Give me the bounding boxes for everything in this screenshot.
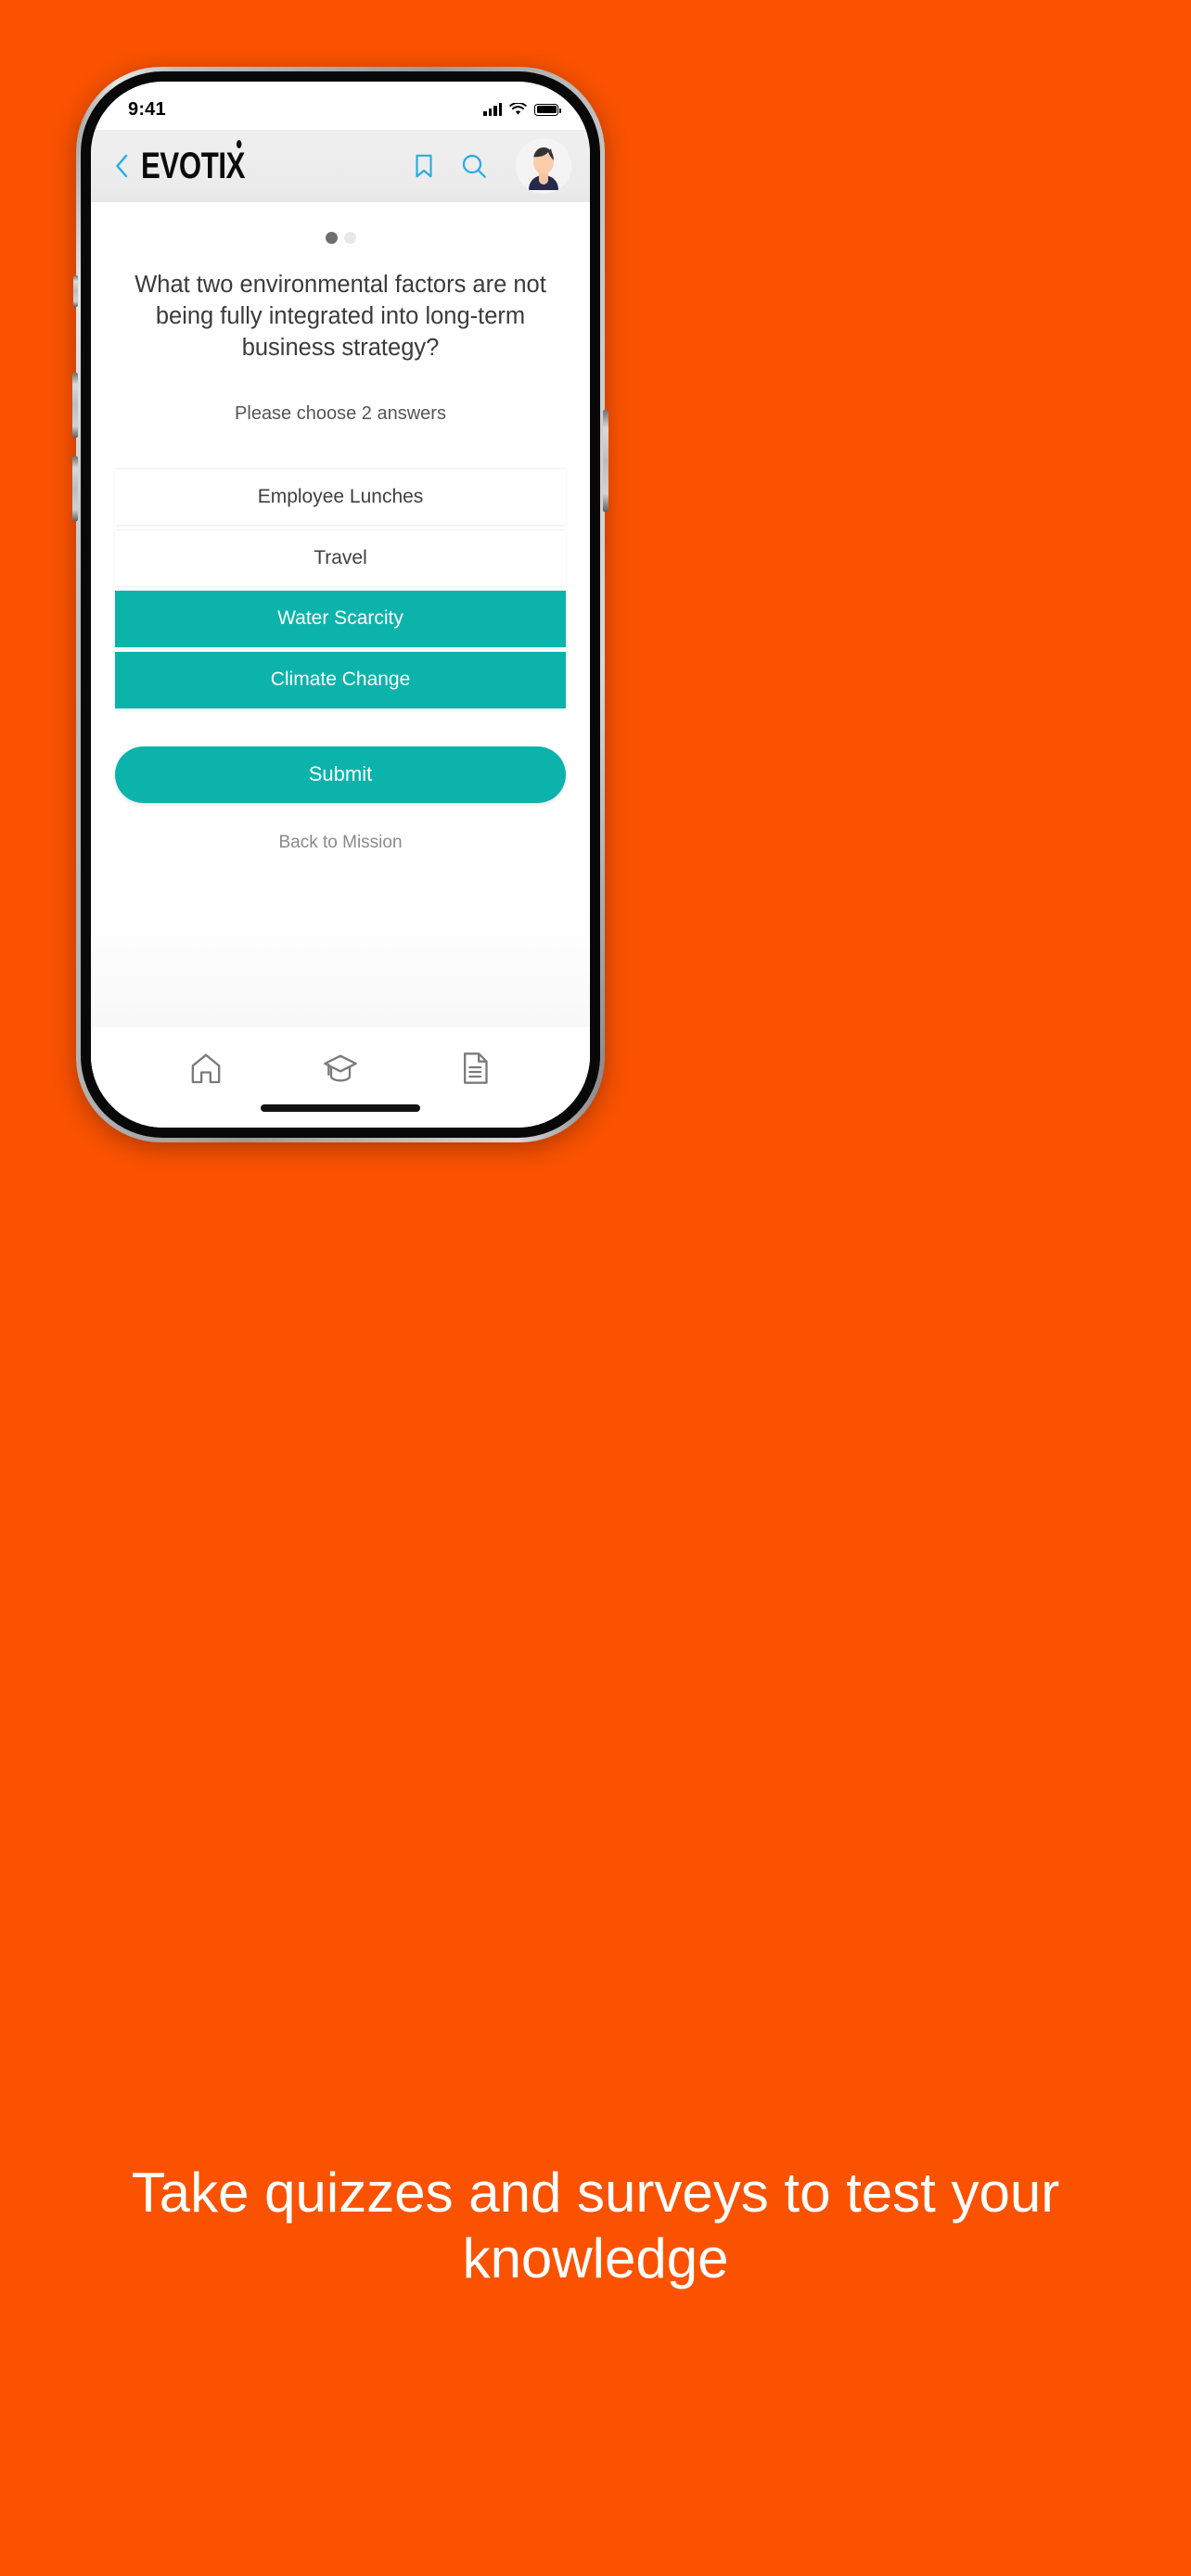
option-employee-lunches[interactable]: Employee Lunches (115, 467, 566, 525)
phone-bezel: 9:41 EVOTIX What two environmental facto… (81, 71, 600, 1138)
silent-switch[interactable] (73, 275, 78, 307)
status-bar: 9:41 (91, 82, 590, 130)
pager-dot-1[interactable] (325, 232, 338, 244)
bottom-navigation (91, 1027, 590, 1128)
app-header: EVOTIX (91, 130, 590, 202)
back-to-mission-link[interactable]: Back to Mission (91, 833, 590, 853)
user-avatar-icon (516, 138, 571, 194)
document-icon[interactable] (456, 1050, 493, 1087)
pager-dot-2[interactable] (343, 232, 356, 244)
option-climate-change[interactable]: Climate Change (115, 651, 566, 708)
pager-dots (91, 232, 590, 244)
chevron-left-icon (116, 154, 128, 178)
brand-logo: EVOTIX (141, 140, 246, 186)
cellular-signal-icon (483, 103, 502, 116)
phone-screen: 9:41 EVOTIX What two environmental facto… (91, 82, 590, 1128)
submit-button[interactable]: Submit (115, 746, 566, 803)
volume-down-button[interactable] (72, 456, 78, 521)
quiz-content: What two environmental factors are not b… (91, 202, 590, 1128)
options-list: Employee Lunches Travel Water Scarcity C… (91, 467, 590, 708)
bookmark-icon[interactable] (410, 152, 438, 180)
phone-frame: 9:41 EVOTIX What two environmental facto… (72, 67, 608, 1142)
battery-full-icon (534, 103, 561, 116)
wifi-icon (509, 103, 527, 115)
option-water-scarcity[interactable]: Water Scarcity (115, 590, 566, 647)
home-indicator[interactable] (261, 1104, 420, 1112)
logo-dot-mark (236, 140, 242, 148)
graduation-cap-icon[interactable] (322, 1050, 359, 1087)
power-button[interactable] (603, 410, 608, 512)
promo-caption: Take quizzes and surveys to test your kn… (131, 2162, 1060, 2289)
brand-logo-text: EVOTIX (141, 146, 246, 186)
answers-hint: Please choose 2 answers (235, 402, 446, 424)
avatar[interactable] (516, 138, 571, 194)
status-time: 9:41 (128, 98, 166, 120)
status-icons (483, 103, 561, 116)
volume-up-button[interactable] (72, 373, 78, 438)
search-icon[interactable] (460, 152, 488, 180)
option-travel[interactable]: Travel (115, 529, 566, 586)
question-text: What two environmental factors are not b… (134, 272, 546, 361)
back-button[interactable] (108, 152, 135, 180)
header-actions (410, 138, 571, 194)
home-icon[interactable] (187, 1050, 224, 1087)
